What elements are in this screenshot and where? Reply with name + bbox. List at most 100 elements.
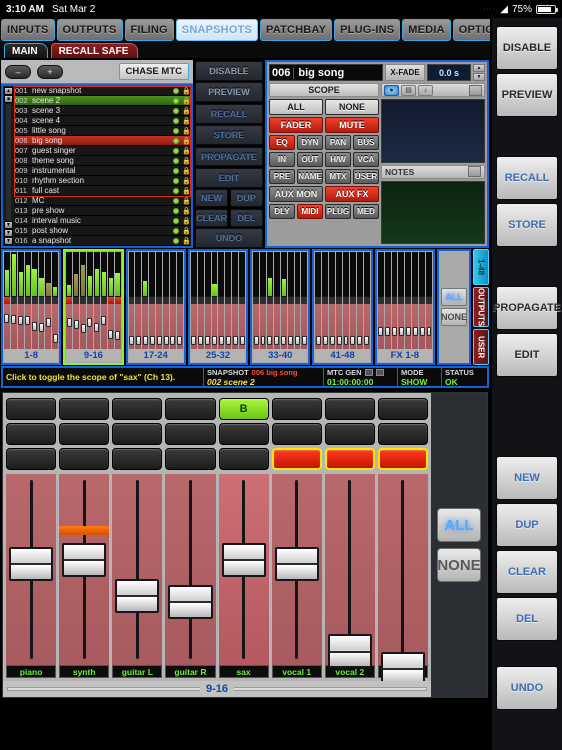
bank-strip-button[interactable] [294,296,301,304]
bank-strip[interactable] [114,252,121,349]
bank-strip-button[interactable] [73,296,80,304]
bank-fader[interactable] [363,304,370,349]
snapshot-enable-icon[interactable] [173,127,179,134]
bank-strip[interactable] [356,252,363,349]
bank-fader[interactable] [66,304,73,349]
bank-strip[interactable] [391,252,398,349]
bank-fader[interactable] [170,304,176,349]
action-propagate[interactable]: PROPAGATE [195,146,263,167]
action-undo[interactable]: UNDO [195,228,263,249]
bank-fader[interactable] [329,304,336,349]
bank-strip-button[interactable] [4,296,10,304]
snapshot-enable-icon[interactable] [173,237,179,244]
channel-name[interactable]: guitar L [112,665,163,678]
bank-strip-button[interactable] [391,296,398,304]
channel-fader[interactable] [218,474,269,665]
bank-fader[interactable] [52,304,59,349]
bank-fader[interactable] [273,304,280,349]
bank-strip[interactable] [260,252,266,349]
channel-button-1[interactable] [6,398,57,420]
bank-fader[interactable] [204,304,211,349]
bank-fader[interactable] [211,304,218,349]
snapshot-row[interactable]: 006 big song 🔒 [14,136,191,146]
fader-knob[interactable] [9,546,54,581]
scope-vca-button[interactable]: VCA [353,152,379,167]
bank-fader[interactable] [301,304,308,349]
bank-strip[interactable] [66,252,73,349]
snapshot-row[interactable]: 007 guest singer 🔒 [14,146,191,156]
filter-outputs[interactable]: OUTPUTS [473,286,489,328]
scope-all-button[interactable]: ALL [269,99,323,115]
bank-strip-button[interactable] [343,296,349,304]
bank-strip[interactable] [225,252,232,349]
bank-strip-button[interactable] [280,296,287,304]
bank-strip[interactable] [45,252,52,349]
channel-name[interactable]: synth [59,665,110,678]
bank-strip[interactable] [419,252,426,349]
snapshot-row[interactable]: 001 new snapshot 🔒 [14,86,191,96]
bank-strip-button[interactable] [419,296,426,304]
bank-fader[interactable] [87,304,93,349]
bank-fader[interactable] [93,304,100,349]
tab-patchbay[interactable]: PATCHBAY [260,19,333,41]
bank-strip-button[interactable] [197,296,204,304]
bank-fader[interactable] [287,304,294,349]
panel-maximize-icon[interactable] [469,84,482,96]
bank-fx-1-8[interactable]: FX 1-8 [374,249,435,365]
bank-strip-button[interactable] [225,296,232,304]
sidebar-undo[interactable]: UNDO [496,666,558,710]
bank-strip-button[interactable] [239,296,246,304]
bank-strip[interactable] [93,252,100,349]
scope-dyn-button[interactable]: DYN [297,135,323,150]
bank-strip[interactable] [349,252,356,349]
snapshot-row[interactable]: 016 a snapshot 🔒 [14,236,191,246]
bank-strip-button[interactable] [163,296,169,304]
xfade-stepper[interactable]: ▲ ▼ [473,64,485,81]
bank-strip-button[interactable] [356,296,363,304]
bank-strip[interactable] [426,252,432,349]
bank-strip[interactable] [197,252,204,349]
bank-strip-button[interactable] [301,296,308,304]
sidebar-propagate[interactable]: PROPAGATE [493,286,561,330]
filter-1-48[interactable]: 1-48 [473,249,489,285]
bank-fader[interactable] [239,304,246,349]
channel-button-3[interactable] [6,448,57,470]
bank-fader[interactable] [356,304,363,349]
action-clear[interactable]: CLEAR [195,208,229,227]
bank-strip-button[interactable] [114,296,121,304]
scope-pan-button[interactable]: PAN [325,135,351,150]
channel-none-button[interactable]: NONE [437,548,481,582]
bank-strip-button[interactable] [363,296,370,304]
channel-button-1[interactable] [112,398,163,420]
bank-strip-button[interactable] [100,296,107,304]
bank-fader[interactable] [266,304,273,349]
channel-button-3[interactable] [324,448,375,470]
xfade-down-icon[interactable]: ▼ [473,73,485,81]
channel-name[interactable]: piano [6,665,57,678]
action-preview[interactable]: PREVIEW [195,82,263,103]
bank-strip[interactable] [80,252,86,349]
globe-icon[interactable]: ● [384,84,399,96]
snapshot-scroll-column[interactable]: ▲ ■ ▼ ▼ ▼ [3,86,14,246]
bank-strip-button[interactable] [128,296,135,304]
bank-strip-button[interactable] [176,296,183,304]
preview-display[interactable] [381,99,485,163]
bank-fader[interactable] [398,304,405,349]
bank-strip-button[interactable] [329,296,336,304]
scope-dly-button[interactable]: DLY [269,204,295,219]
bank-strip[interactable] [405,252,412,349]
bank-41-48[interactable]: 41-48 [312,249,373,365]
bank-strip-button[interactable] [315,296,322,304]
sidebar-disable[interactable]: DISABLE [496,26,558,70]
bank-fader[interactable] [218,304,225,349]
scroll-up-icon[interactable]: ▲ [4,87,13,95]
bank-strip-button[interactable] [135,296,142,304]
bank-fader[interactable] [107,304,114,349]
bank-strip-button[interactable] [80,296,86,304]
scope-aux-fx-button[interactable]: AUX FX [325,186,379,202]
bank-fader[interactable] [315,304,322,349]
bank-strip[interactable] [322,252,329,349]
sidebar-preview[interactable]: PREVIEW [496,73,558,117]
action-new[interactable]: NEW [195,189,229,208]
bank-fader[interactable] [197,304,204,349]
